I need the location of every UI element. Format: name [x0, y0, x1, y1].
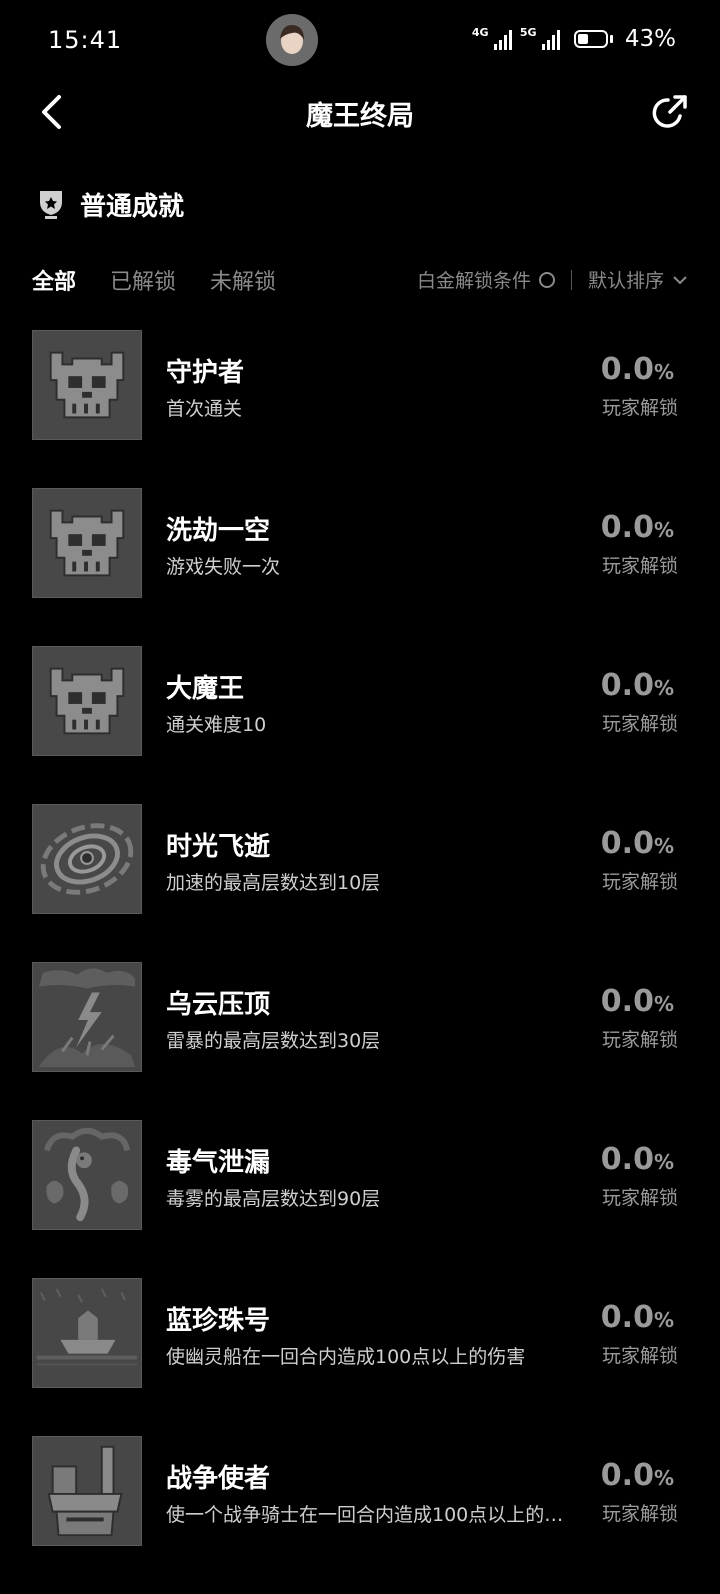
status-bar: 15:41 4G 5G 43%: [0, 0, 720, 80]
achievement-name: 蓝珍珠号: [166, 1306, 271, 1336]
skull-helmet-icon: [32, 488, 142, 598]
page-title: 魔王终局: [306, 101, 414, 132]
trophy-icon: [40, 190, 62, 219]
chevron-down-icon[interactable]: [672, 275, 688, 285]
achievement-name: 时光飞逝: [166, 832, 271, 862]
unlock-label: 玩家解锁: [601, 1345, 678, 1367]
poison-gas-icon: [32, 1120, 142, 1230]
section-header: 普通成就: [36, 186, 184, 223]
achievement-item[interactable]: 守护者 首次通关 0.0% 玩家解锁: [0, 330, 720, 488]
achievement-desc: 游戏失败一次: [166, 556, 281, 578]
achievement-name: 乌云压顶: [166, 990, 271, 1020]
achievement-name: 守护者: [166, 358, 245, 388]
unlock-label: 玩家解锁: [601, 397, 678, 419]
achievement-item[interactable]: 战争使者 使一个战争骑士在一回合内造成100点以上的伤害 0.0% 玩家解锁: [0, 1436, 720, 1594]
unlock-label: 玩家解锁: [601, 1187, 678, 1209]
achievement-name: 洗劫一空: [166, 516, 271, 546]
unlock-label: 玩家解锁: [601, 555, 678, 577]
unlock-label: 玩家解锁: [601, 871, 678, 893]
battery-icon: [573, 30, 613, 48]
unlock-percent: 0.0%: [600, 1142, 674, 1177]
battery-percent: 43%: [624, 26, 676, 52]
achievement-desc: 首次通关: [166, 398, 243, 420]
status-indicators: 4G 5G 43%: [472, 26, 676, 52]
achievement-item[interactable]: 时光飞逝 加速的最高层数达到10层 0.0% 玩家解锁: [0, 804, 720, 962]
achievement-list: 守护者 首次通关 0.0% 玩家解锁 洗劫一空 游戏失败一次 0.0% 玩家解锁: [0, 330, 720, 1594]
filter-options: 白金解锁条件 默认排序: [417, 266, 688, 293]
vortex-icon: [32, 804, 142, 914]
unlock-percent: 0.0%: [600, 352, 674, 387]
ghost-ship-icon: [32, 1278, 142, 1388]
achievement-desc: 通关难度10: [166, 714, 267, 736]
achievement-desc: 使幽灵船在一回合内造成100点以上的伤害: [166, 1346, 526, 1368]
tab-all[interactable]: 全部: [32, 264, 76, 296]
platinum-condition-toggle-label[interactable]: 白金解锁条件: [417, 266, 531, 293]
sort-dropdown[interactable]: 默认排序: [588, 266, 664, 293]
unlock-percent: 0.0%: [600, 1300, 674, 1335]
unlock-percent: 0.0%: [600, 1458, 674, 1493]
unlock-percent: 0.0%: [600, 668, 674, 703]
achievement-item[interactable]: 大魔王 通关难度10 0.0% 玩家解锁: [0, 646, 720, 804]
achievement-item[interactable]: 洗劫一空 游戏失败一次 0.0% 玩家解锁: [0, 488, 720, 646]
achievement-desc: 雷暴的最高层数达到30层: [166, 1030, 381, 1052]
skull-helmet-icon: [32, 646, 142, 756]
section-title: 普通成就: [80, 192, 185, 222]
avatar: [266, 14, 318, 66]
achievement-desc: 使一个战争骑士在一回合内造成100点以上的伤害: [166, 1504, 566, 1526]
share-button[interactable]: [646, 90, 692, 136]
signal-4g-icon: 4G: [472, 26, 512, 50]
header: 魔王终局: [0, 80, 720, 144]
tab-locked[interactable]: 未解锁: [210, 264, 276, 296]
achievement-desc: 毒雾的最高层数达到90层: [166, 1188, 381, 1210]
unlock-label: 玩家解锁: [601, 1029, 678, 1051]
unlock-label: 玩家解锁: [601, 713, 678, 735]
lightning-storm-icon: [32, 962, 142, 1072]
achievement-desc: 加速的最高层数达到10层: [166, 872, 381, 894]
unlock-percent: 0.0%: [600, 826, 674, 861]
skull-helmet-icon: [32, 330, 142, 440]
status-time: 15:41: [48, 26, 123, 54]
achievement-name: 战争使者: [166, 1464, 271, 1494]
tab-unlocked[interactable]: 已解锁: [110, 264, 176, 296]
achievement-name: 毒气泄漏: [166, 1148, 271, 1178]
divider: [570, 269, 572, 290]
war-knight-icon: [32, 1436, 142, 1546]
unlock-percent: 0.0%: [600, 984, 674, 1019]
signal-5g-icon: 5G: [520, 26, 560, 50]
unlock-label: 玩家解锁: [601, 1503, 678, 1525]
radio-circle-icon[interactable]: [538, 271, 555, 288]
filter-tabs: 全部 已解锁 未解锁: [32, 264, 276, 296]
achievement-item[interactable]: 蓝珍珠号 使幽灵船在一回合内造成100点以上的伤害 0.0% 玩家解锁: [0, 1278, 720, 1436]
unlock-percent: 0.0%: [600, 510, 674, 545]
achievement-name: 大魔王: [166, 674, 245, 704]
share-icon: [652, 95, 687, 128]
achievement-item[interactable]: 乌云压顶 雷暴的最高层数达到30层 0.0% 玩家解锁: [0, 962, 720, 1120]
achievement-item[interactable]: 毒气泄漏 毒雾的最高层数达到90层 0.0% 玩家解锁: [0, 1120, 720, 1278]
